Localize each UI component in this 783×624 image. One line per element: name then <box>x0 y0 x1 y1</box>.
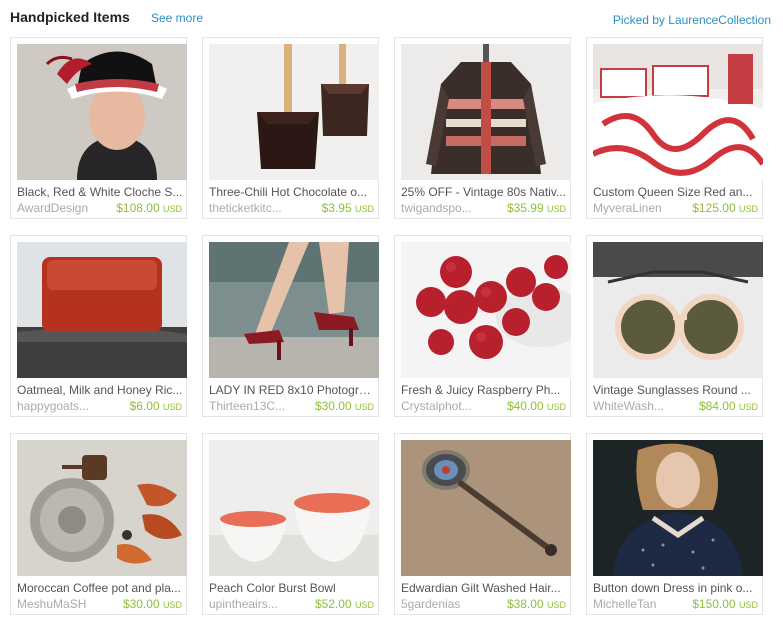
bedding-photo[interactable] <box>593 44 763 180</box>
item-title[interactable]: Three-Chili Hot Chocolate o... <box>209 185 377 199</box>
shop-name[interactable]: twigandspo... <box>401 201 501 215</box>
shop-name[interactable]: 5gardenias <box>401 597 501 611</box>
item-title[interactable]: Moroccan Coffee pot and pla... <box>17 581 185 595</box>
bowl-photo[interactable] <box>209 440 379 576</box>
see-more-link[interactable]: See more <box>151 11 203 25</box>
item-card[interactable]: Peach Color Burst Bowl upintheairs... $5… <box>202 433 379 615</box>
cloche-hat-photo[interactable] <box>17 44 187 180</box>
item-price: $84.00 USD <box>698 399 758 413</box>
cardigan-photo[interactable] <box>401 44 571 180</box>
item-title[interactable]: Oatmeal, Milk and Honey Ric... <box>17 383 185 397</box>
item-card[interactable]: Custom Queen Size Red an... MyveraLinen … <box>586 37 763 219</box>
dress-photo[interactable] <box>593 440 763 576</box>
soap-photo[interactable] <box>17 242 187 378</box>
item-card[interactable]: Moroccan Coffee pot and pla... MeshuMaSH… <box>10 433 187 615</box>
shop-name[interactable]: happygoats... <box>17 399 117 413</box>
raspberry-photo[interactable] <box>401 242 571 378</box>
picked-by-link[interactable]: Picked by LaurenceCollection <box>613 13 771 27</box>
item-card[interactable]: Three-Chili Hot Chocolate o... theticket… <box>202 37 379 219</box>
item-card[interactable]: Edwardian Gilt Washed Hair... 5gardenias… <box>394 433 571 615</box>
shop-name[interactable]: Crystalphot... <box>401 399 501 413</box>
item-card[interactable]: Black, Red & White Cloche S... AwardDesi… <box>10 37 187 219</box>
coffee-pot-photo[interactable] <box>17 440 187 576</box>
item-title[interactable]: Peach Color Burst Bowl <box>209 581 377 595</box>
red-shoes-photo[interactable] <box>209 242 379 378</box>
item-title[interactable]: 25% OFF - Vintage 80s Nativ... <box>401 185 569 199</box>
shop-name[interactable]: MichelleTan <box>593 597 693 611</box>
item-price: $30.00 USD <box>314 399 374 413</box>
sunglasses-photo[interactable] <box>593 242 763 378</box>
shop-name[interactable]: MeshuMaSH <box>17 597 117 611</box>
item-price: $125.00 USD <box>692 201 758 215</box>
item-card[interactable]: Vintage Sunglasses Round ... WhiteWash..… <box>586 235 763 417</box>
item-price: $150.00 USD <box>692 597 758 611</box>
shop-name[interactable]: upintheairs... <box>209 597 309 611</box>
shop-name[interactable]: theticketkitc... <box>209 201 309 215</box>
item-price: $30.00 USD <box>122 597 182 611</box>
item-title[interactable]: LADY IN RED 8x10 Photograph <box>209 383 377 397</box>
item-card[interactable]: 25% OFF - Vintage 80s Nativ... twigandsp… <box>394 37 571 219</box>
hot-chocolate-photo[interactable] <box>209 44 379 180</box>
item-title[interactable]: Button down Dress in pink o... <box>593 581 761 595</box>
item-title[interactable]: Fresh & Juicy Raspberry Ph... <box>401 383 569 397</box>
hairpin-photo[interactable] <box>401 440 571 576</box>
item-price: $108.00 USD <box>116 201 182 215</box>
item-card[interactable]: Fresh & Juicy Raspberry Ph... Crystalpho… <box>394 235 571 417</box>
item-card[interactable]: LADY IN RED 8x10 Photograph Thirteen13C.… <box>202 235 379 417</box>
shop-name[interactable]: Thirteen13C... <box>209 399 309 413</box>
shop-name[interactable]: MyveraLinen <box>593 201 693 215</box>
item-card[interactable]: Button down Dress in pink o... MichelleT… <box>586 433 763 615</box>
item-title[interactable]: Vintage Sunglasses Round ... <box>593 383 761 397</box>
item-price: $35.99 USD <box>506 201 566 215</box>
item-title[interactable]: Custom Queen Size Red an... <box>593 185 761 199</box>
item-price: $38.00 USD <box>506 597 566 611</box>
header: Handpicked Items See more Picked by Laur… <box>0 0 783 36</box>
item-price: $52.00 USD <box>314 597 374 611</box>
item-card[interactable]: Oatmeal, Milk and Honey Ric... happygoat… <box>10 235 187 417</box>
item-title[interactable]: Edwardian Gilt Washed Hair... <box>401 581 569 595</box>
item-title[interactable]: Black, Red & White Cloche S... <box>17 185 185 199</box>
item-price: $6.00 USD <box>129 399 182 413</box>
item-price: $3.95 USD <box>321 201 374 215</box>
shop-name[interactable]: AwardDesign <box>17 201 117 215</box>
item-price: $40.00 USD <box>506 399 566 413</box>
section-title: Handpicked Items <box>10 9 130 25</box>
shop-name[interactable]: WhiteWash... <box>593 399 693 413</box>
